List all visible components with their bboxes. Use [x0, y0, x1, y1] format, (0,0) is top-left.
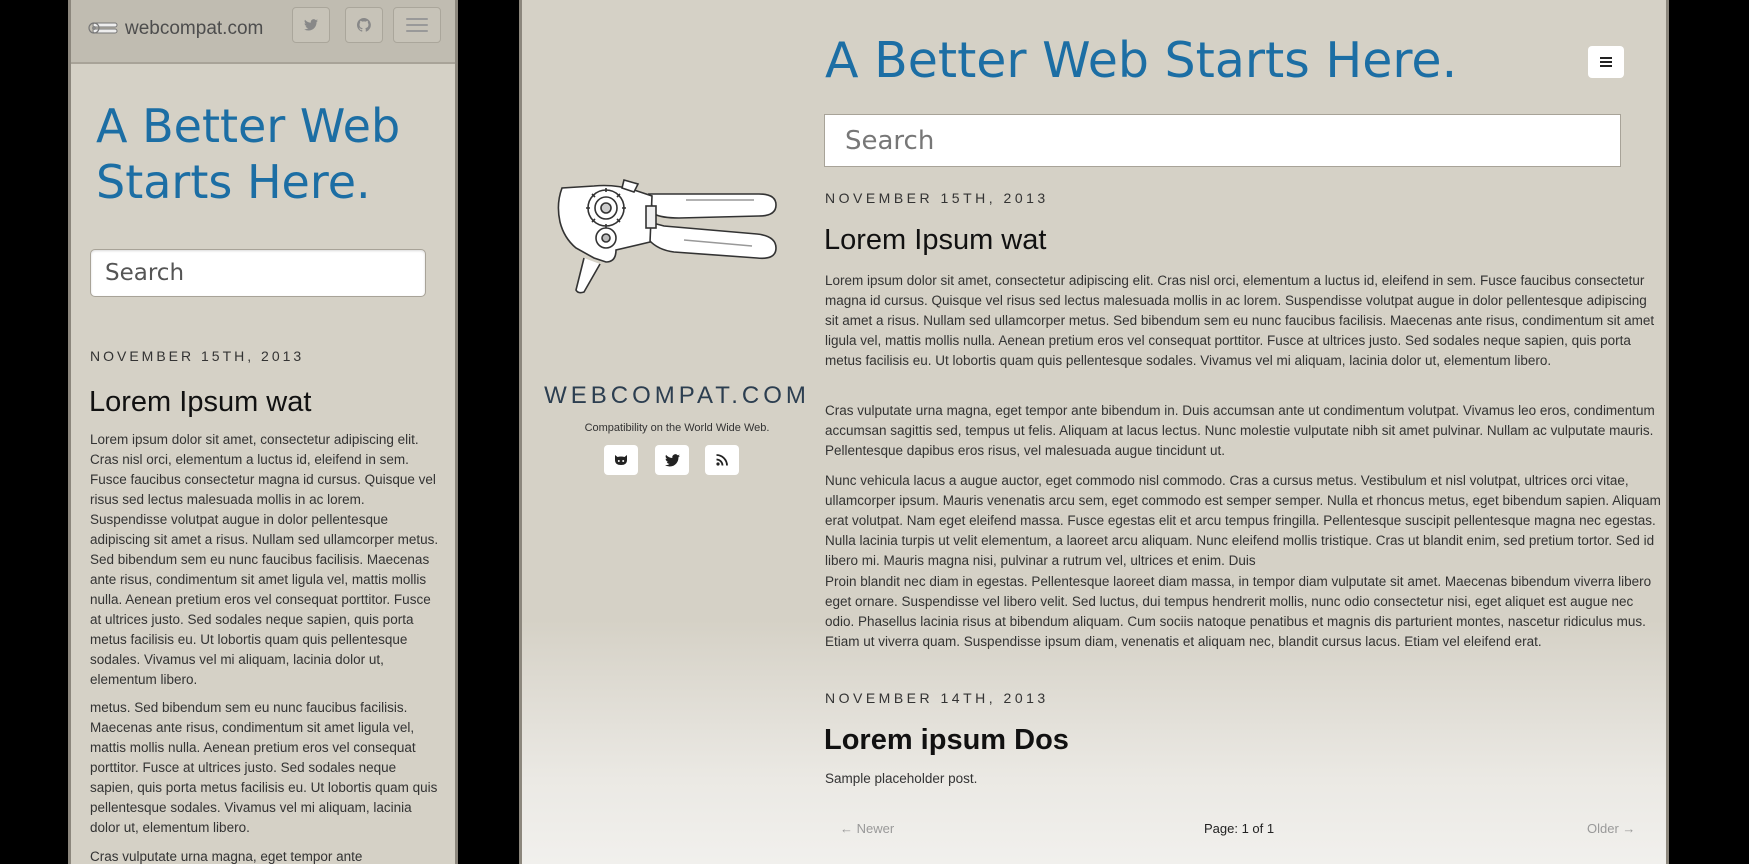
can-opener-logo[interactable] [554, 178, 779, 302]
site-tagline: Compatibility on the World Wide Web. [584, 422, 770, 434]
mobile-navbar: webcompat.com [71, 0, 455, 64]
post-date: NOVEMBER 14TH, 2013 [825, 690, 1049, 706]
post-title[interactable]: Lorem ipsum Dos [824, 724, 1069, 757]
post-paragraph: Lorem ipsum dolor sit amet, consectetur … [90, 432, 439, 687]
post-title[interactable]: Lorem Ipsum wat [89, 386, 311, 419]
site-brand[interactable]: WEBCOMPAT.COM [542, 382, 812, 410]
post-paragraph: metus. Sed bibendum sem eu nunc faucibus… [90, 700, 438, 835]
post-paragraph: Cras vulputate urna magna, eget tempor a… [825, 403, 1655, 458]
post-paragraph: Lorem ipsum dolor sit amet, consectetur … [825, 273, 1655, 368]
github-icon [615, 455, 627, 465]
older-link[interactable]: Older → [1587, 821, 1635, 836]
post-date: NOVEMBER 15TH, 2013 [90, 348, 305, 364]
rss-button[interactable] [705, 445, 739, 475]
post-paragraph: Sample placeholder post. [825, 771, 978, 786]
hamburger-icon [1600, 57, 1612, 67]
search-input[interactable] [90, 249, 426, 297]
mobile-view: webcompat.com A Better Web Starts Here. … [68, 0, 458, 864]
post-title[interactable]: Lorem Ipsum wat [824, 224, 1046, 257]
page-title: A Better Web Starts Here. [96, 99, 401, 209]
twitter-button[interactable] [655, 445, 689, 475]
page-title: A Better Web Starts Here. [825, 32, 1458, 89]
menu-toggle-button[interactable] [393, 7, 441, 43]
newer-link[interactable]: ← Newer [840, 821, 894, 836]
rss-icon [716, 454, 728, 466]
twitter-icon [664, 453, 680, 466]
post-paragraph: Cras vulputate urna magna, eget tempor a… [90, 849, 363, 864]
post-paragraph: Proin blandit nec diam in egestas. Pelle… [825, 574, 1652, 649]
github-button[interactable] [604, 445, 638, 475]
github-icon [357, 18, 371, 32]
logo-icon[interactable] [87, 20, 119, 38]
brand-link[interactable]: webcompat.com [125, 18, 263, 40]
page-indicator: Page: 1 of 1 [1204, 821, 1275, 836]
search-input[interactable] [824, 114, 1621, 167]
post-paragraph: Nunc vehicula lacus a augue auctor, eget… [825, 473, 1661, 568]
twitter-button[interactable] [292, 7, 330, 43]
github-button[interactable] [345, 7, 383, 43]
post-date: NOVEMBER 15TH, 2013 [825, 190, 1049, 206]
desktop-view: WEBCOMPAT.COM Compatibility on the World… [519, 0, 1669, 864]
twitter-icon [304, 19, 318, 31]
menu-toggle-button[interactable] [1588, 46, 1624, 78]
hamburger-icon [406, 18, 428, 32]
